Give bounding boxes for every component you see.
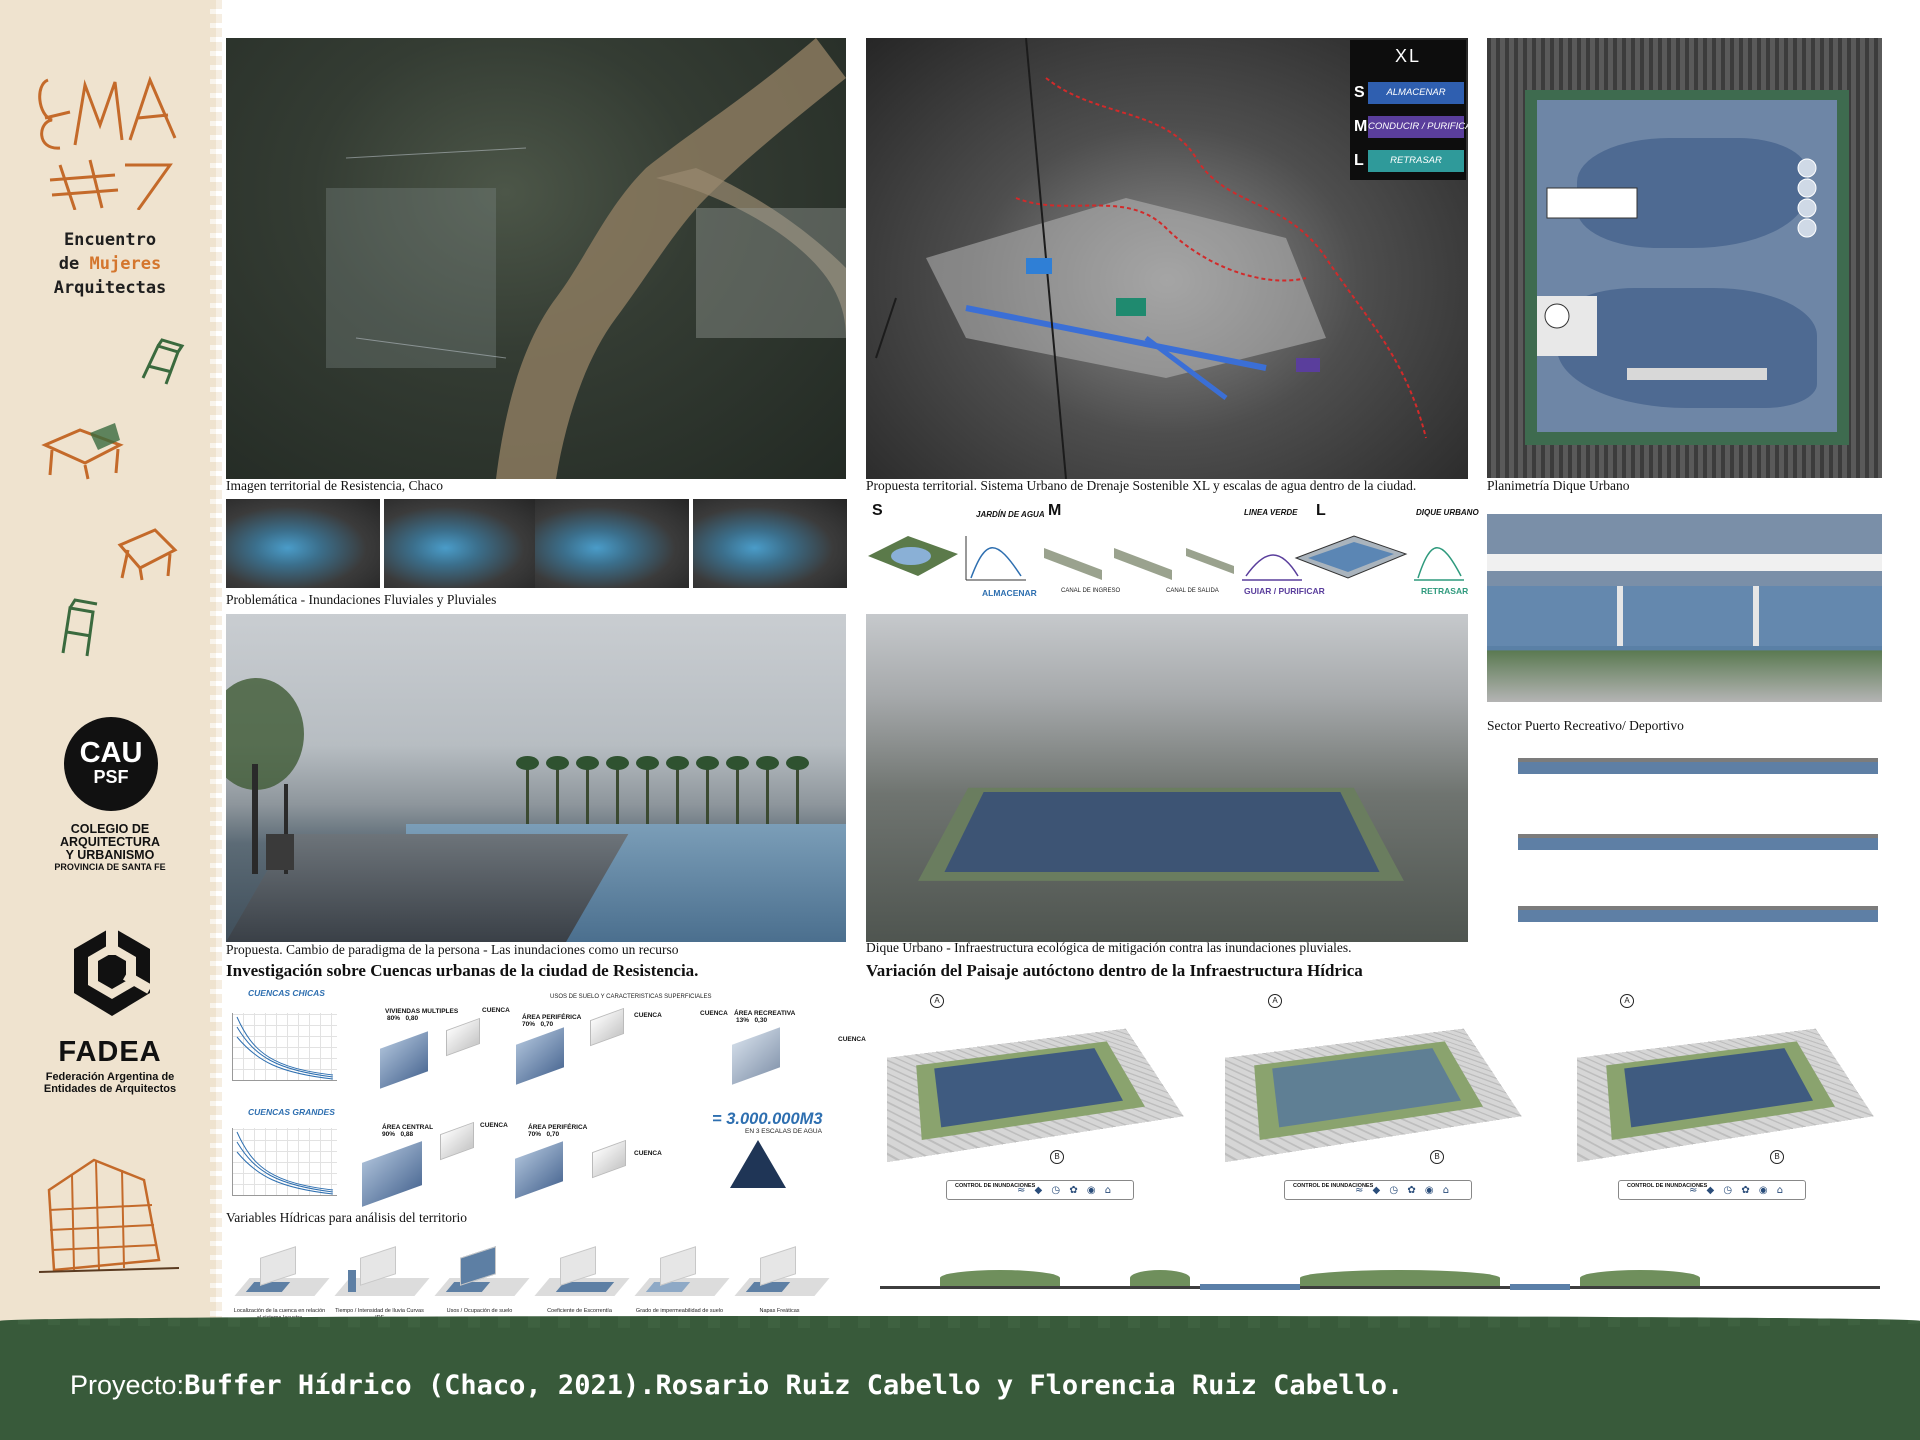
event-title: Encuentro de Mujeres Arquitectas (20, 228, 200, 300)
variable-label-4: Coeficiente de Escorrentía (532, 1308, 627, 1315)
variable-block-4 (536, 1252, 626, 1302)
section-marker-a: A (930, 994, 944, 1008)
iso-block-white-2 (590, 1008, 624, 1046)
sector-port-image (1487, 586, 1882, 702)
flood-map-4 (693, 499, 847, 588)
water-volume-triangle (730, 1140, 786, 1188)
iso-block-1 (380, 1031, 428, 1088)
drainage-territorial-proposal: XL S ALMACENAR M CONDUCIR / PURIFICAR L … (866, 38, 1468, 479)
plaza-rain-render (226, 614, 846, 942)
project-credit: Proyecto:Buffer Hídrico (Chaco, 2021).Ro… (70, 1370, 1403, 1401)
iso-block-white-4 (592, 1140, 626, 1178)
large-basins-title: CUENCAS GRANDES (248, 1107, 335, 1117)
variable-label-5: Grado de impermeabilidad de suelo (632, 1308, 727, 1315)
longitudinal-section (880, 1250, 1880, 1300)
territory-satellite-image (226, 38, 846, 479)
variable-label-6: Napas Freáticas (732, 1308, 827, 1315)
variable-block-3 (436, 1252, 526, 1302)
cau-logo: CAU PSF (64, 717, 158, 811)
legend-row-s: S ALMACENAR (1350, 80, 1466, 108)
sector-caption: Sector Puerto Recreativo/ Deportivo (1487, 718, 1684, 734)
flood-map-2 (384, 499, 538, 588)
iso-block-5 (515, 1141, 563, 1198)
legend-row-m: M CONDUCIR / PURIFICAR (1350, 114, 1466, 142)
idf-curve-small (232, 1013, 337, 1081)
table-sketch-icon (40, 405, 125, 480)
flood-control-legend-3: CONTROL DE INUNDACIONES ≈ ◆ ◷ ✿ ◉ ⌂ (1618, 1180, 1806, 1200)
dique-site-plan (1487, 38, 1882, 478)
table-sketch-icon-2 (110, 520, 180, 582)
iso-block-white-1 (446, 1018, 480, 1056)
chair-sketch-icon (138, 338, 186, 388)
variables-caption: Variables Hídricas para análisis del ter… (226, 1210, 467, 1226)
iso-block-3 (732, 1027, 780, 1084)
dique-caption: Dique Urbano - Infraestructura ecológica… (866, 940, 1351, 956)
fadea-logo-icon (70, 925, 155, 1018)
iso-block-2 (516, 1027, 564, 1084)
legend-row-l: L RETRASAR (1350, 148, 1466, 176)
scale-legend: XL S ALMACENAR M CONDUCIR / PURIFICAR L … (1350, 40, 1466, 180)
flood-map-3 (535, 499, 689, 588)
iso-block-4 (362, 1141, 422, 1207)
cau-name: COLEGIO DE ARQUITECTURA Y URBANISMO PROV… (20, 823, 200, 873)
iso-block-white-3 (440, 1122, 474, 1160)
scale-legend-title: XL (1350, 46, 1466, 67)
total-volume-sub: EN 3 ESCALAS DE AGUA (745, 1128, 822, 1135)
drainage-caption: Propuesta territorial. Sistema Urbano de… (866, 478, 1416, 494)
section-marker-b: B (1430, 1150, 1444, 1164)
territory-caption: Imagen territorial de Resistencia, Chaco (226, 478, 443, 494)
section-marker-a: A (1620, 994, 1634, 1008)
variable-label-3: Usos / Ocupación de suelo (432, 1308, 527, 1315)
plan-caption: Planimetría Dique Urbano (1487, 478, 1629, 494)
section-marker-b: B (1770, 1150, 1784, 1164)
dique-aerial-render (866, 614, 1468, 942)
fadea-wordmark: FADEA (20, 1036, 200, 1069)
variable-block-6 (736, 1252, 826, 1302)
flood-control-legend-1: CONTROL DE INUNDACIONES ≈ ◆ ◷ ✿ ◉ ⌂ (946, 1180, 1134, 1200)
water-scales-diagram: S M L JARDÍN DE AGUA LINEA VERDE DIQUE U… (866, 500, 1468, 600)
section-marker-b: B (1050, 1150, 1064, 1164)
problem-caption: Problemática - Inundaciones Fluviales y … (226, 592, 496, 608)
left-sidebar: Encuentro de Mujeres Arquitectas CAU PSF… (0, 0, 216, 1330)
fadea-name: Federación Argentina de Entidades de Arq… (20, 1071, 200, 1095)
axonometric-variant-3: A B (1570, 1000, 1860, 1170)
chair-sketch-icon-2 (55, 598, 100, 658)
heading-basins: Investigación sobre Cuencas urbanas de l… (226, 961, 698, 981)
axonometric-variant-1: A B (880, 1000, 1170, 1170)
ema-logo (30, 60, 200, 210)
plaza-caption: Propuesta. Cambio de paradigma de la per… (226, 942, 679, 958)
variable-block-1 (236, 1252, 326, 1302)
flood-map-1 (226, 499, 380, 588)
heading-landscape: Variación del Paisaje autóctono dentro d… (866, 961, 1363, 981)
variable-block-2 (336, 1252, 426, 1302)
flood-control-legend-2: CONTROL DE INUNDACIONES ≈ ◆ ◷ ✿ ◉ ⌂ (1284, 1180, 1472, 1200)
footer-bar: Proyecto:Buffer Hídrico (Chaco, 2021).Ro… (0, 1322, 1920, 1440)
variable-block-5 (636, 1252, 726, 1302)
house-sketch-icon (34, 1150, 184, 1280)
section-platform (1518, 818, 1878, 858)
land-use-title: USOS DE SUELO Y CARACTERISTICAS SUPERFIC… (550, 994, 712, 1000)
idf-curve-large (232, 1128, 337, 1196)
total-volume: = 3.000.000M3 (712, 1110, 823, 1129)
small-basins-title: CUENCAS CHICAS (248, 988, 325, 998)
section-storage (1518, 890, 1878, 930)
section-marker-a: A (1268, 994, 1282, 1008)
axonometric-variant-2: A B (1218, 1000, 1508, 1170)
section-pool (1518, 742, 1878, 782)
